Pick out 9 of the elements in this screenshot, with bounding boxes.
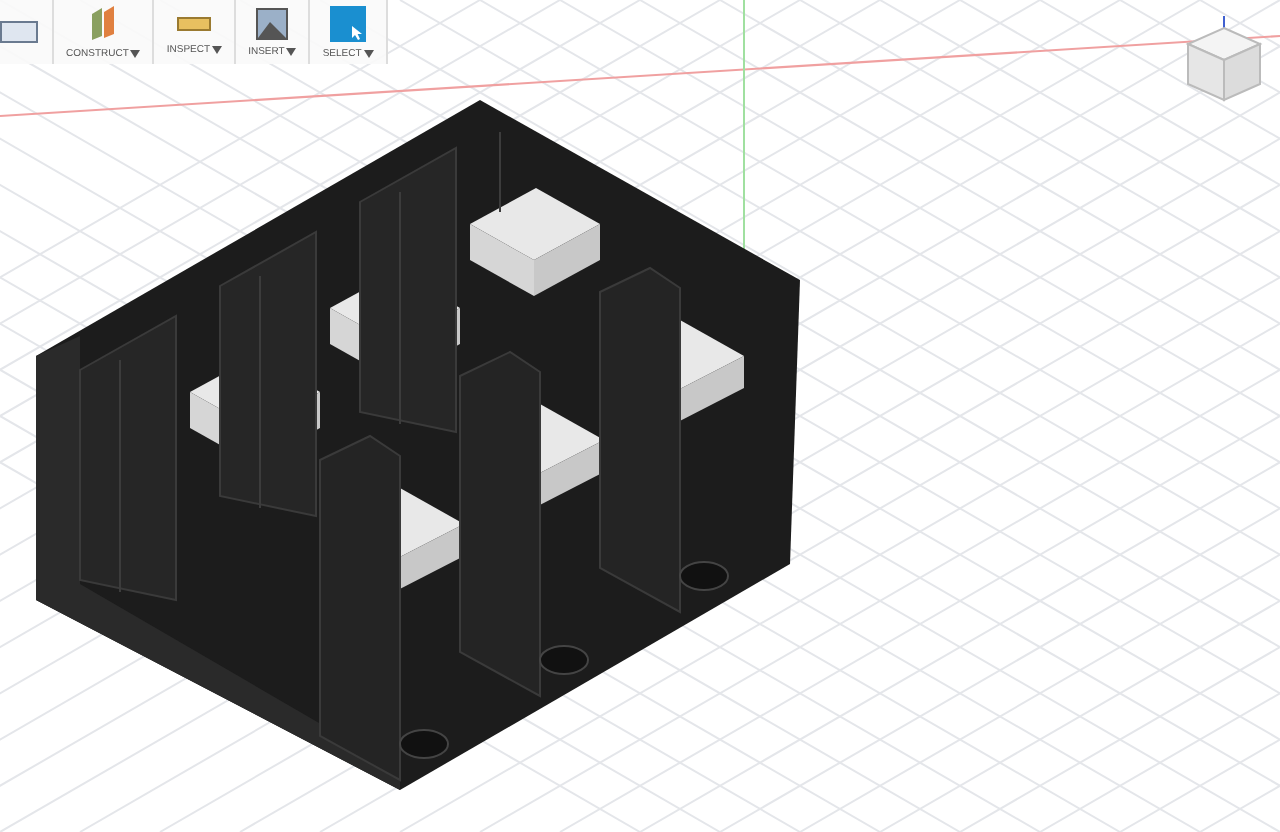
toolbar-button[interactable]	[0, 0, 54, 64]
caret-icon	[363, 49, 374, 57]
image-icon	[256, 7, 289, 39]
caret-icon	[130, 49, 141, 57]
box-icon	[0, 20, 40, 44]
select-icon	[330, 5, 367, 41]
caret-icon	[212, 45, 223, 53]
caret-icon	[286, 47, 297, 55]
planes-icon	[87, 5, 120, 41]
